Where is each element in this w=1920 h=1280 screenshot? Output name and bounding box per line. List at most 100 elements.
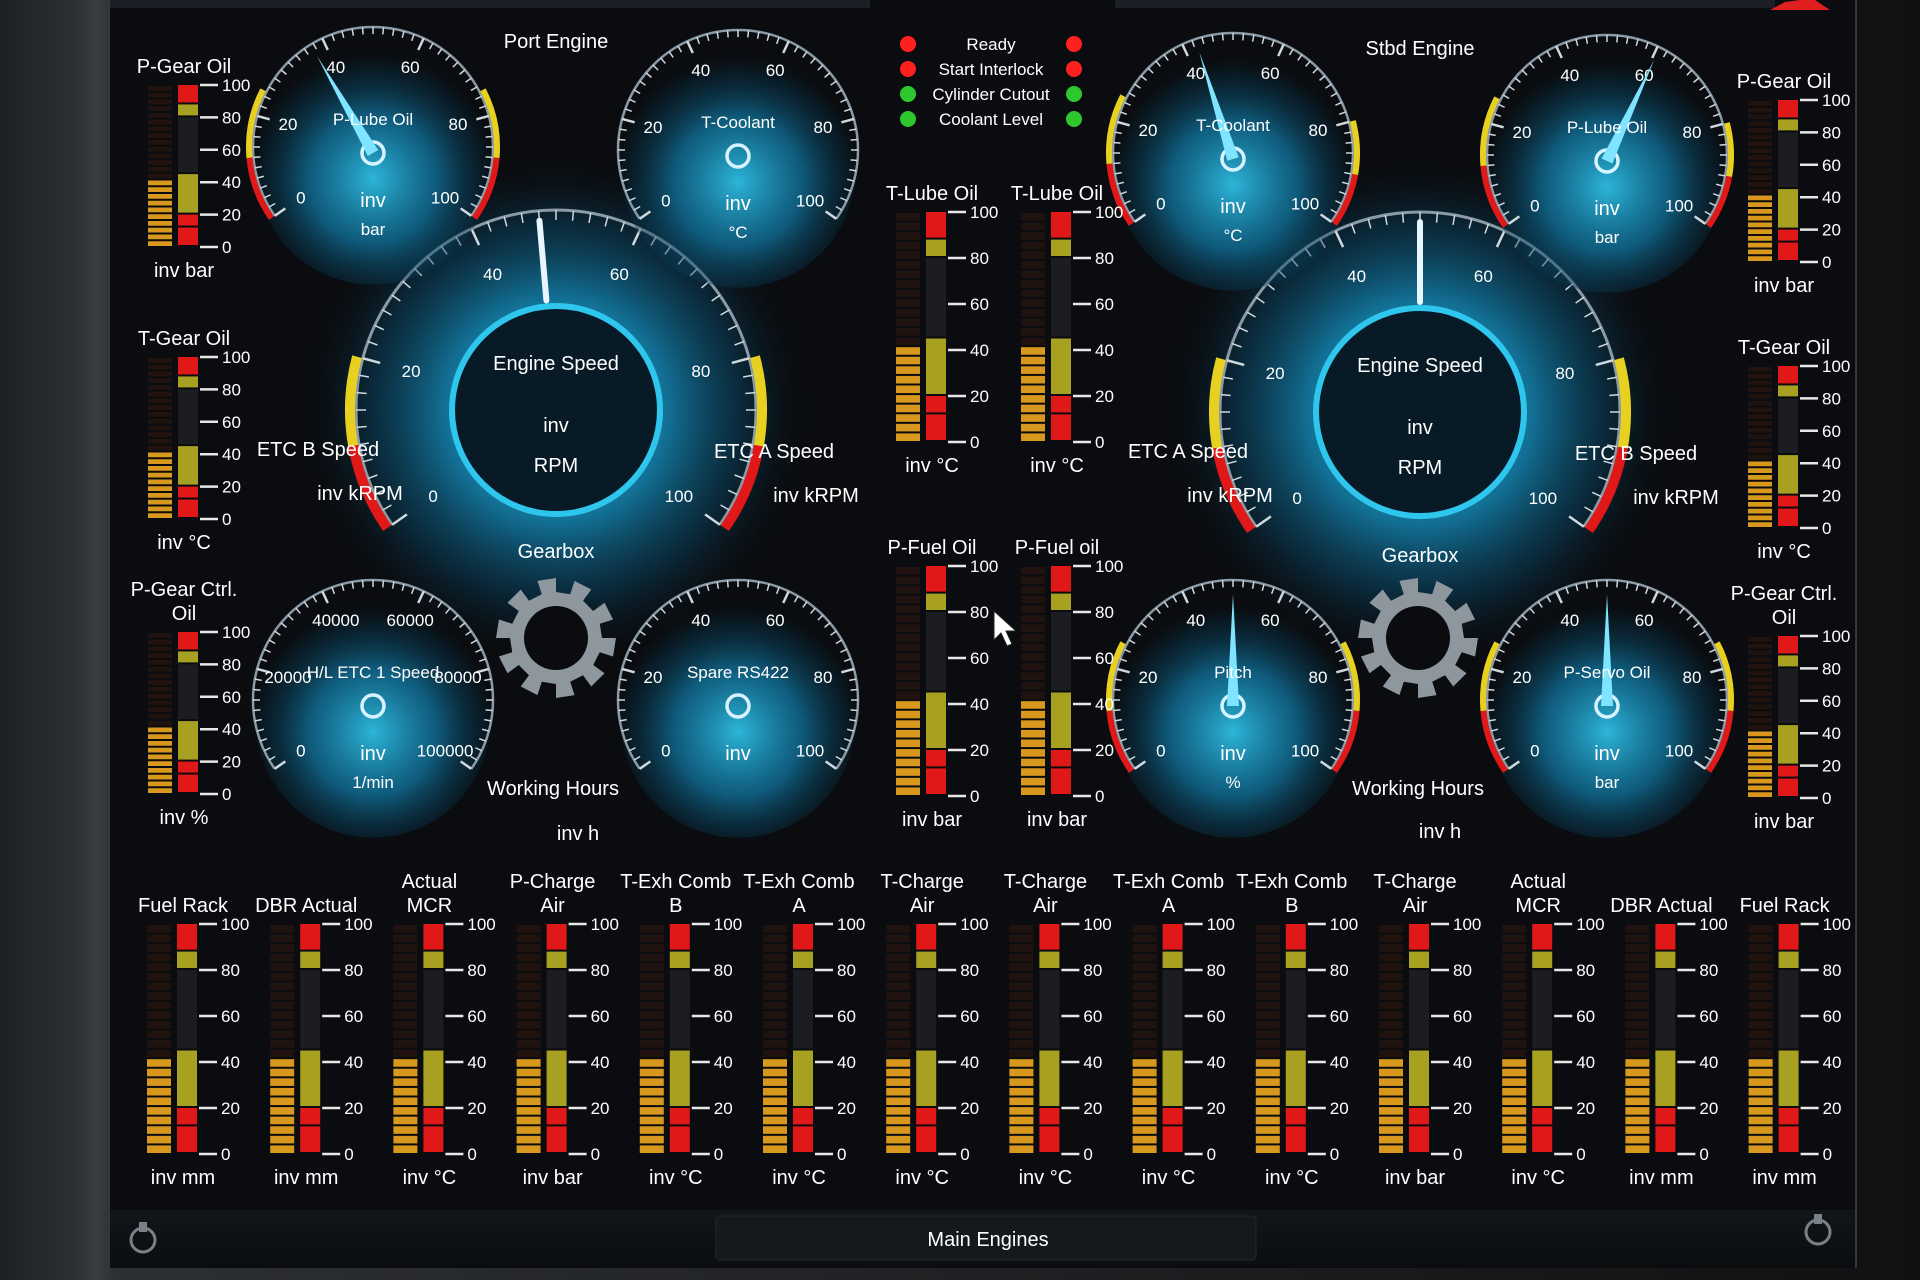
gauge-tick — [1181, 43, 1189, 57]
bar-scale-label: 80 — [1095, 249, 1114, 268]
bar-zone — [1051, 593, 1071, 610]
bar-segment — [896, 691, 920, 700]
bottom-bar-13-value: inv mm — [1629, 1167, 1693, 1189]
bar-segment — [896, 222, 920, 231]
bottom-bar-7-value: inv °C — [895, 1167, 949, 1189]
bar-segment — [1748, 387, 1772, 392]
bottom-bar-8: 0 20 40 60 80 100T-Charge Air inv °C — [1004, 871, 1112, 1189]
gauge-tick — [745, 391, 756, 395]
bar-scale-label: 20 — [344, 1099, 363, 1118]
gauge-tick — [840, 648, 848, 653]
bottom-bar-12-label: Actual MCR — [1510, 871, 1566, 917]
bar-segment — [1748, 475, 1772, 480]
bar-segment — [1625, 1126, 1650, 1134]
bar-zone — [178, 357, 198, 375]
bar-segment — [1132, 963, 1157, 971]
bar-segment — [148, 119, 172, 125]
bar-segment — [896, 395, 920, 403]
bar-zone — [1285, 970, 1306, 1049]
bar-segment — [1132, 1135, 1157, 1144]
gauge-tick — [1242, 580, 1245, 588]
bar-segment — [763, 953, 787, 962]
bar-segment — [1502, 982, 1527, 991]
gauge-tick — [840, 98, 848, 103]
bar-segment — [1625, 1097, 1650, 1106]
bar-segment — [1021, 270, 1045, 279]
bar-segment — [1748, 114, 1772, 120]
bar-scale-label: 40 — [1330, 1053, 1349, 1072]
bar-scale-label: 100 — [1576, 915, 1604, 934]
bar-segment — [1748, 495, 1772, 500]
bar-zone — [178, 376, 198, 388]
bar-segment — [1748, 778, 1772, 784]
bar-segment — [763, 925, 787, 933]
bar-segment — [1502, 1097, 1527, 1106]
bar-scale-label: 80 — [1330, 961, 1349, 980]
bar-segment — [896, 433, 920, 441]
gauge-tick — [1699, 85, 1706, 91]
bar-scale-label: 20 — [222, 478, 241, 497]
bar-segment — [1748, 414, 1772, 419]
bar-segment — [1021, 385, 1045, 394]
bar-scale-label: 100 — [960, 915, 988, 934]
bar-segment — [763, 1011, 787, 1019]
gauge-tick — [747, 580, 750, 588]
bar-scale-label: 20 — [467, 1099, 486, 1118]
bar-scale-label: 20 — [714, 1099, 733, 1118]
bar-segment — [639, 1001, 664, 1010]
bar-zone — [1532, 970, 1553, 1049]
bar-segment — [896, 739, 920, 748]
gauge-tick — [485, 135, 493, 138]
bar-segment — [1625, 1116, 1650, 1125]
bar-segment — [148, 160, 172, 165]
bar-segment — [896, 280, 920, 288]
gauge-tick — [668, 51, 674, 58]
bar-segment — [1021, 605, 1045, 613]
bar-segment — [1748, 704, 1772, 710]
bar-scale-label: 80 — [837, 961, 856, 980]
bar-zone — [423, 1050, 444, 1106]
gauge-tick — [1155, 607, 1161, 614]
bar-zone — [1778, 668, 1798, 724]
bar-segment — [1021, 595, 1045, 604]
bar-zone — [178, 104, 198, 116]
bottom-bar-4-label: P-Charge Air — [510, 871, 596, 917]
bar-scale-label: 80 — [1207, 961, 1226, 980]
bar-segment — [1132, 982, 1157, 991]
bar-zone — [1532, 951, 1553, 968]
bar-segment — [639, 1116, 664, 1125]
gauge-tick — [253, 135, 261, 138]
bar-segment — [886, 1107, 911, 1115]
bar-segment — [148, 405, 172, 410]
bar-scale-label: 40 — [1822, 188, 1841, 207]
gauge-tick-label: 60 — [1261, 64, 1280, 83]
bar-zone — [300, 1108, 321, 1125]
bar-zone — [178, 499, 198, 517]
bar-scale-label: 0 — [221, 1145, 230, 1164]
bar-segment — [1021, 404, 1045, 413]
bar-segment — [1748, 367, 1772, 372]
gauge-tick — [1616, 35, 1619, 43]
gauge-tick — [1128, 639, 1136, 645]
bar-segment — [516, 925, 541, 933]
gauge-tick — [1147, 614, 1154, 621]
bar-segment — [148, 646, 172, 652]
gauge-tick — [356, 425, 367, 429]
bar-segment — [639, 1078, 664, 1086]
alarm-warning-icon[interactable] — [1770, 0, 1830, 10]
bar-segment — [1379, 1001, 1403, 1010]
bar-zone — [916, 1050, 937, 1106]
bar-segment — [1021, 299, 1045, 307]
bar-scale-label: 20 — [222, 753, 241, 772]
bar-zone — [1532, 1050, 1553, 1106]
bar-segment — [1748, 488, 1772, 494]
bar-scale-label: 20 — [837, 1099, 856, 1118]
center-t-lube-oil-bar-1-label: T-Lube Oil — [886, 183, 978, 205]
stbd-coolant-gauge-glow — [1115, 55, 1351, 291]
gauge-tick — [1651, 590, 1659, 604]
bar-segment — [1748, 400, 1772, 406]
bar-segment — [1021, 356, 1045, 365]
gauge-tick-label: 100000 — [417, 741, 474, 760]
bar-scale-label: 100 — [1207, 915, 1235, 934]
bar-zone — [1778, 1050, 1799, 1106]
